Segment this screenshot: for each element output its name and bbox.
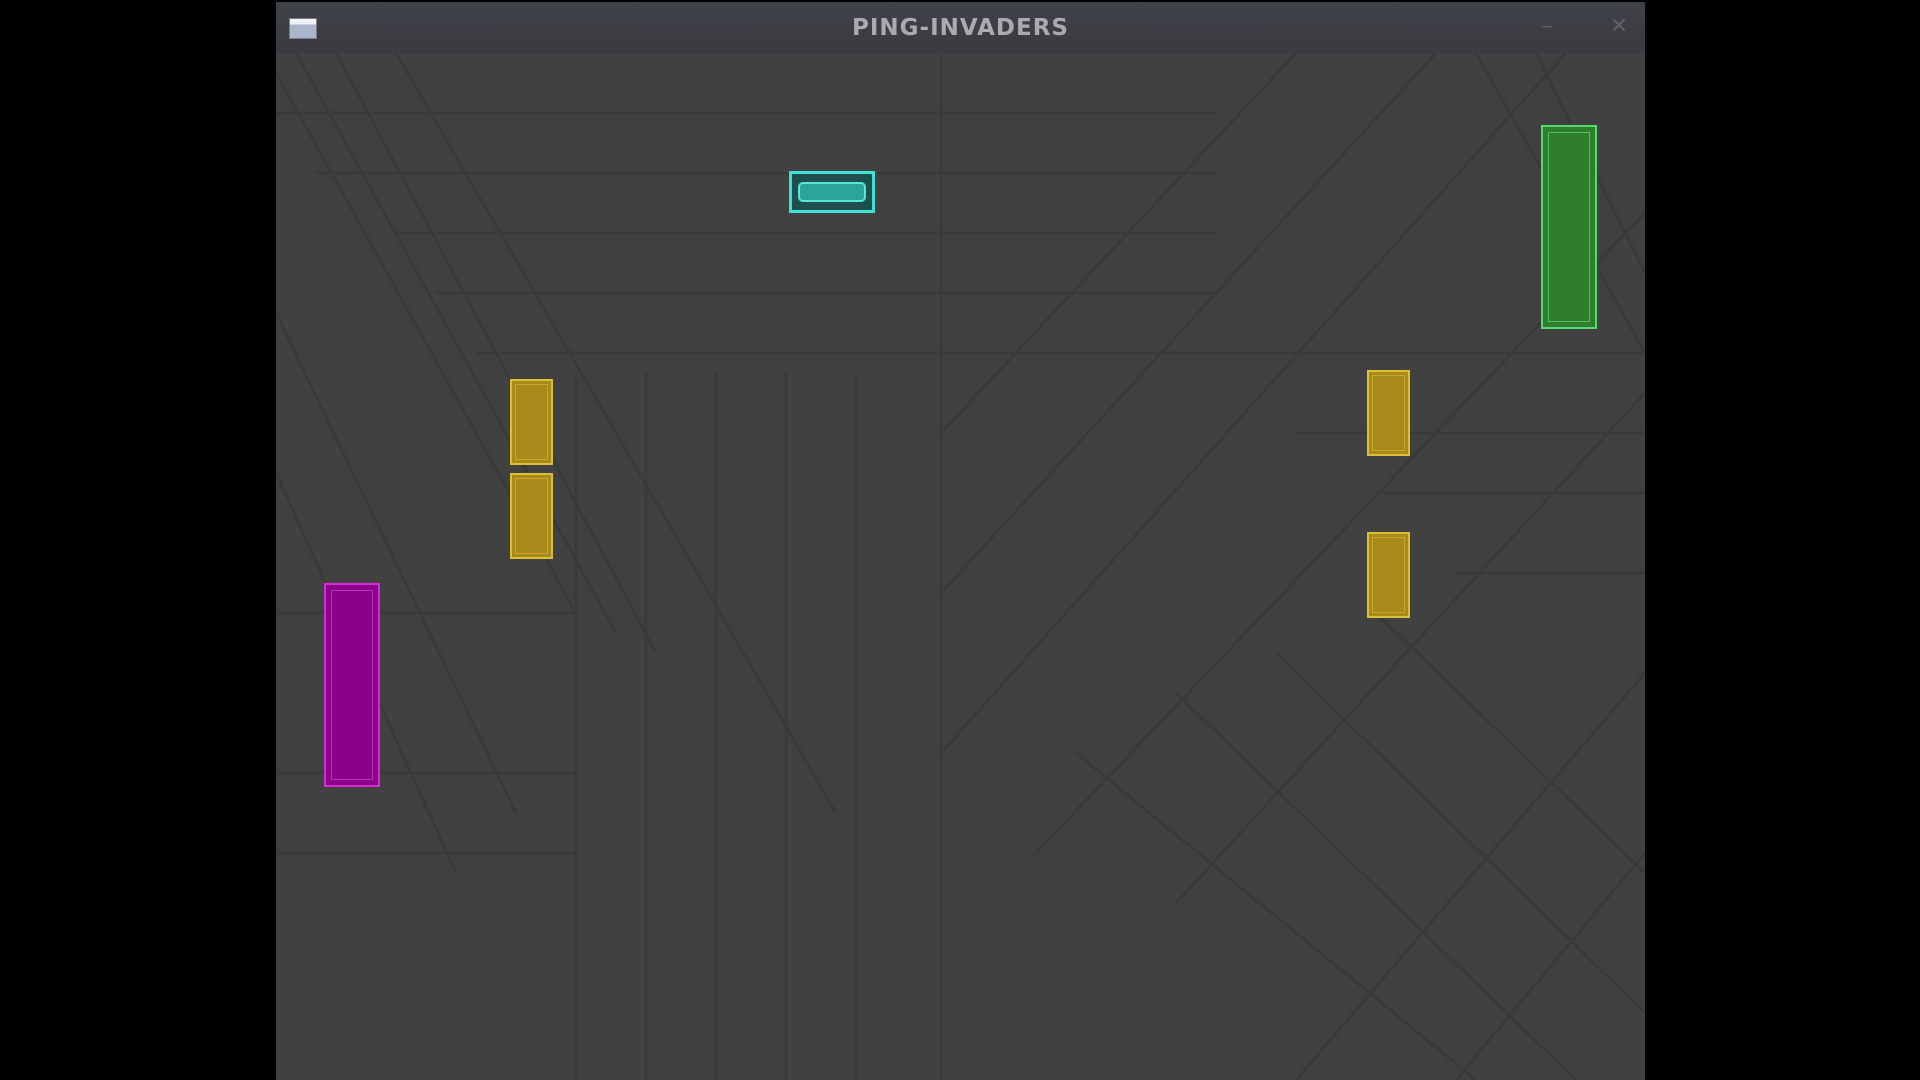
left-paddle [324, 583, 380, 787]
invader-block [510, 379, 553, 465]
invader-block [1367, 532, 1410, 618]
invader-block [510, 473, 553, 559]
right-paddle [1541, 125, 1597, 329]
title-bar[interactable]: PING-INVADERS – ✕ [276, 2, 1645, 53]
close-icon[interactable]: ✕ [1606, 14, 1632, 40]
background-pattern [276, 53, 1645, 1080]
ball [789, 171, 875, 213]
game-window: PING-INVADERS – ✕ [276, 2, 1645, 1080]
minimize-icon[interactable]: – [1534, 14, 1560, 40]
invader-block [1367, 370, 1410, 456]
playfield[interactable] [276, 53, 1645, 1080]
window-title: PING-INVADERS [851, 15, 1069, 41]
ball-core [798, 182, 866, 202]
